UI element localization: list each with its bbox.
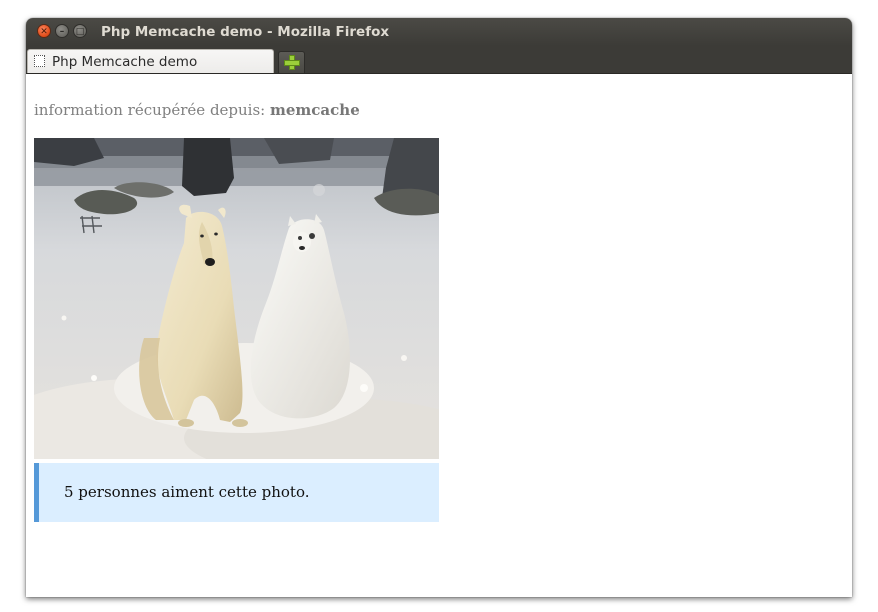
dog-photo-image <box>34 138 439 459</box>
browser-window: ✕ – □ Php Memcache demo - Mozilla Firefo… <box>26 18 852 597</box>
info-prefix: information récupérée depuis: <box>34 101 266 119</box>
likes-caption: 5 personnes aiment cette photo. <box>34 463 439 522</box>
tab-php-memcache-demo[interactable]: Php Memcache demo <box>27 49 274 73</box>
window-title: Php Memcache demo - Mozilla Firefox <box>101 24 390 40</box>
data-source-info: information récupérée depuis: memcache <box>34 101 360 119</box>
minimize-icon[interactable]: – <box>55 24 69 38</box>
close-icon[interactable]: ✕ <box>37 24 51 38</box>
blank-page-icon <box>34 55 45 67</box>
new-tab-button[interactable] <box>278 51 305 73</box>
tab-label: Php Memcache demo <box>52 54 198 70</box>
maximize-icon[interactable]: □ <box>73 24 87 38</box>
plus-icon-center <box>290 61 294 65</box>
info-source: memcache <box>270 101 360 119</box>
tab-strip: Php Memcache demo <box>26 46 852 74</box>
page-content: information récupérée depuis: memcache 5… <box>26 74 852 597</box>
dog-photo <box>34 138 439 459</box>
likes-text: 5 personnes aiment cette photo. <box>64 483 310 501</box>
title-bar[interactable]: ✕ – □ Php Memcache demo - Mozilla Firefo… <box>26 18 852 46</box>
